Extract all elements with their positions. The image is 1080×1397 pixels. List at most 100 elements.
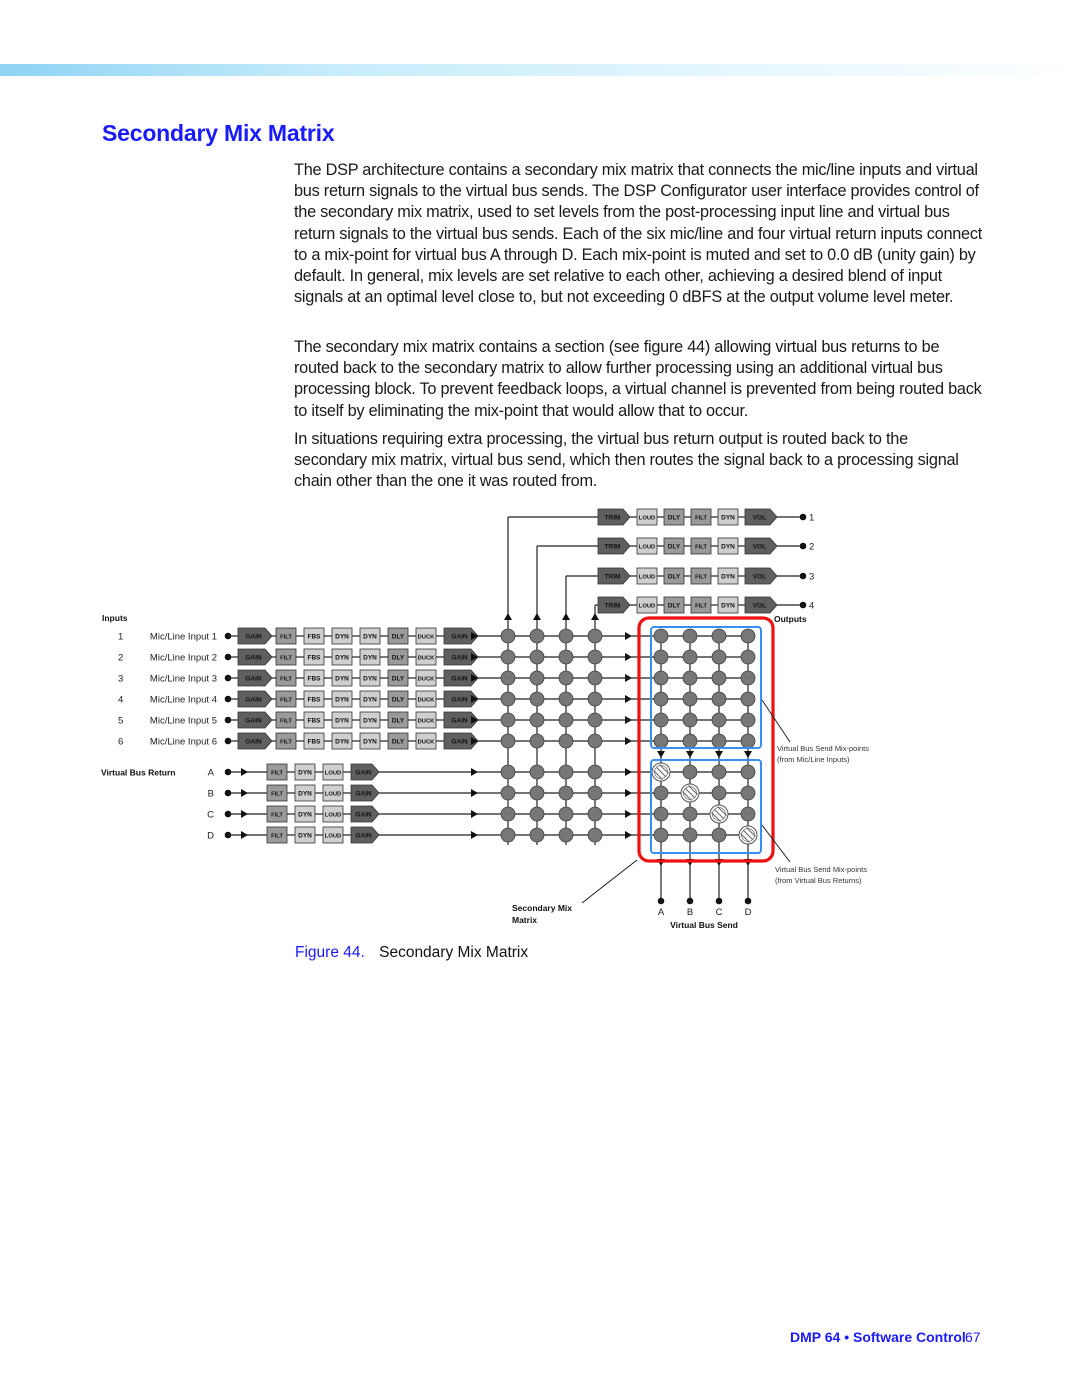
virtual-return-letter: A <box>208 768 215 779</box>
inputs-label: Inputs <box>102 613 128 623</box>
mix-point-node <box>587 764 603 780</box>
bus-send-letter: C <box>716 907 723 918</box>
mix-point-node <box>558 827 574 843</box>
block-label: LOUD <box>639 545 655 551</box>
mix-point-node <box>653 712 669 728</box>
block-label: LOUD <box>325 834 341 840</box>
mix-point-node <box>529 691 545 707</box>
block-label: DYN <box>298 791 312 798</box>
mix-point-node <box>682 670 698 686</box>
arrow-up-icon <box>533 613 541 620</box>
bus-send-terminal <box>715 897 723 905</box>
mix-point-node <box>682 733 698 749</box>
block-label: FILT <box>271 813 283 819</box>
virtual-bus-return-label: Virtual Bus Return <box>101 768 175 778</box>
mix-point-node <box>740 785 756 801</box>
bus-send-letter: D <box>745 907 752 918</box>
block-label: VOL <box>753 515 766 522</box>
figure-caption: Figure 44. Secondary Mix Matrix <box>295 944 528 962</box>
mix-point-node <box>558 649 574 665</box>
matrix-label-line-2: Matrix <box>512 915 537 925</box>
mix-point-node <box>558 670 574 686</box>
block-label: FILT <box>280 635 292 641</box>
block-label: DUCK <box>418 677 436 683</box>
block-label: GAIN <box>451 634 468 641</box>
block-label: GAIN <box>451 718 468 725</box>
mix-point-node <box>558 628 574 644</box>
mix-point-node <box>587 806 603 822</box>
input-number: 3 <box>118 674 123 685</box>
mix-point-node <box>587 827 603 843</box>
annotation-leader <box>581 859 638 904</box>
mix-point-node <box>711 785 727 801</box>
mix-point-node <box>529 764 545 780</box>
block-label: DUCK <box>418 698 436 704</box>
arrow-down-icon <box>744 751 752 758</box>
block-label: DYN <box>335 697 349 704</box>
mix-point-node <box>500 827 516 843</box>
mix-point-node <box>653 628 669 644</box>
mix-point-node <box>529 785 545 801</box>
mix-point-node <box>740 691 756 707</box>
block-label: GAIN <box>245 655 262 662</box>
output-number: 2 <box>809 542 814 553</box>
virtual-return-letter: D <box>207 831 214 842</box>
block-label: DLY <box>392 655 405 662</box>
block-label: FBS <box>308 634 322 641</box>
arrow-right-icon <box>625 810 632 818</box>
annotation-vbr-line-1: Virtual Bus Send Mix-points <box>775 865 867 874</box>
block-label: FBS <box>308 739 322 746</box>
mix-point-node <box>500 785 516 801</box>
mix-point-node <box>653 670 669 686</box>
block-label: DYN <box>298 770 312 777</box>
block-label: FBS <box>308 676 322 683</box>
bus-send-label: Virtual Bus Send <box>670 920 738 930</box>
mix-point-node <box>587 733 603 749</box>
mix-point-node <box>682 691 698 707</box>
output-number: 1 <box>809 513 814 524</box>
bus-send-terminal <box>686 897 694 905</box>
block-label: FILT <box>280 740 292 746</box>
mix-point-node <box>653 733 669 749</box>
block-label: VOL <box>753 603 766 610</box>
mic-line-mixpoints-section <box>650 626 762 749</box>
input-label: Mic/Line Input 1 <box>150 632 217 643</box>
mix-point-node <box>558 691 574 707</box>
bus-send-letter: A <box>658 907 665 918</box>
mix-point-node <box>682 827 698 843</box>
block-label: VOL <box>753 574 766 581</box>
mix-point-node <box>587 712 603 728</box>
mix-point-node <box>529 712 545 728</box>
arrow-right-icon <box>471 831 478 839</box>
mix-point-node <box>682 649 698 665</box>
mix-point-node <box>740 628 756 644</box>
mix-point-node <box>558 785 574 801</box>
body-paragraph-1: The DSP architecture contains a secondar… <box>294 161 983 307</box>
mix-point-node <box>558 733 574 749</box>
block-label: DYN <box>363 739 377 746</box>
mix-point-node <box>653 806 669 822</box>
arrow-right-icon <box>471 789 478 797</box>
mix-point-node <box>529 733 545 749</box>
body-paragraph-3: In situations requiring extra processing… <box>294 430 959 491</box>
mix-point-node <box>740 670 756 686</box>
block-label: LOUD <box>639 516 655 522</box>
block-label: DYN <box>363 676 377 683</box>
mix-point-node <box>500 691 516 707</box>
output-terminal <box>799 542 807 550</box>
arrow-right-icon <box>625 789 632 797</box>
block-label: GAIN <box>245 739 262 746</box>
block-label: DYN <box>363 655 377 662</box>
mix-point-node <box>653 827 669 843</box>
block-label: DYN <box>363 634 377 641</box>
block-label: GAIN <box>355 833 372 840</box>
input-label: Mic/Line Input 2 <box>150 653 217 664</box>
mix-point-node <box>500 712 516 728</box>
block-label: GAIN <box>451 739 468 746</box>
mix-point-node <box>587 691 603 707</box>
block-label: LOUD <box>325 771 341 777</box>
bus-send-letter: B <box>687 907 693 918</box>
block-label: GAIN <box>245 634 262 641</box>
bus-send-terminal <box>657 897 665 905</box>
block-label: FILT <box>695 516 707 522</box>
